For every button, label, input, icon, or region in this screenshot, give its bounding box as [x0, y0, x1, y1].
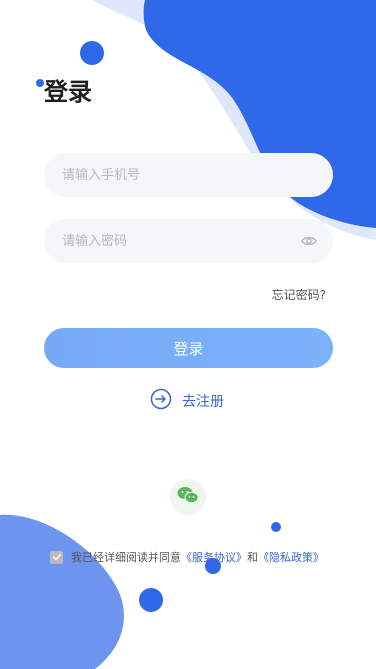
arrow-circle-icon	[150, 388, 172, 414]
privacy-policy-link[interactable]: 《隐私政策》	[258, 551, 324, 564]
page-title: 登录	[44, 78, 92, 106]
register-label: 去注册	[182, 394, 224, 410]
check-icon	[52, 553, 61, 561]
service-agreement-link[interactable]: 《服务协议》	[181, 551, 247, 564]
forgot-password-link[interactable]: 忘记密码?	[272, 286, 326, 303]
agreement-row: 我已经详细阅读并同意《服务协议》和《隐私政策》	[50, 549, 324, 565]
bottom-dot-small	[271, 522, 281, 532]
eye-icon[interactable]	[300, 232, 317, 250]
agreement-and-text: 和	[247, 551, 258, 564]
wechat-icon	[177, 486, 199, 508]
password-input[interactable]	[60, 232, 301, 250]
login-page: 登录 忘记密码? 登录 去注册	[0, 0, 376, 669]
bottom-left-blob	[0, 514, 124, 669]
agreement-checkbox[interactable]	[50, 550, 63, 564]
register-link[interactable]: 去注册	[150, 388, 224, 414]
agreement-text: 我已经详细阅读并同意	[71, 551, 181, 564]
login-button[interactable]: 登录	[44, 328, 333, 368]
phone-field[interactable]	[44, 153, 333, 197]
top-dot-large	[80, 41, 104, 65]
password-field[interactable]	[44, 219, 333, 263]
phone-input[interactable]	[60, 166, 317, 184]
top-dot-small	[36, 79, 44, 87]
bottom-dot-large	[139, 588, 163, 612]
wechat-login-button[interactable]	[170, 479, 206, 515]
